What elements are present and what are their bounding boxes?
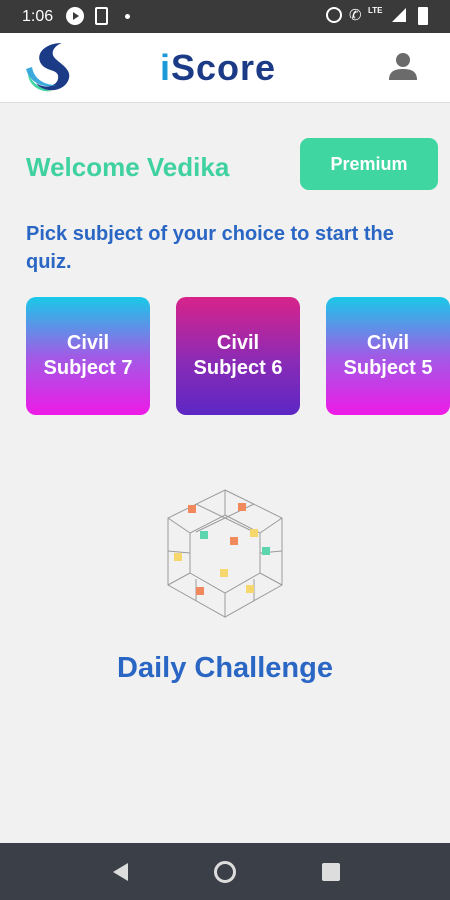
welcome-text: Welcome Vedika <box>26 152 230 182</box>
alarm-icon <box>326 7 342 23</box>
subject-card-label: Civil Subject 7 <box>43 332 133 379</box>
subject-card-5[interactable]: Civil Subject 5 <box>326 297 450 415</box>
app-title-prefix: i <box>160 47 172 88</box>
back-icon[interactable] <box>105 857 135 887</box>
signal-icon <box>392 8 406 22</box>
battery-icon <box>418 7 428 25</box>
iscore-logo-icon <box>26 43 70 92</box>
app-title: iScore <box>160 47 276 89</box>
app-header: iScore <box>0 33 450 103</box>
system-nav-bar <box>0 843 450 900</box>
subject-card-6[interactable]: Civil Subject 6 <box>176 297 300 415</box>
network-label: LTE <box>368 6 383 15</box>
person-icon[interactable] <box>388 51 418 81</box>
status-bar: 1:06 ✆ LTE <box>0 0 450 33</box>
instruction-text: Pick subject of your choice to start the… <box>26 223 394 273</box>
daily-challenge-label[interactable]: Daily Challenge <box>0 650 450 686</box>
recent-apps-icon[interactable] <box>316 857 346 887</box>
cube-grid-icon[interactable] <box>160 485 290 625</box>
play-icon <box>66 7 84 25</box>
subject-card-label: Civil Subject 6 <box>193 332 283 379</box>
subject-card-label: Civil Subject 5 <box>343 332 433 379</box>
status-time: 1:06 <box>22 8 54 25</box>
phone-icon <box>95 7 108 25</box>
dot-icon <box>125 14 130 19</box>
home-icon[interactable] <box>210 857 240 887</box>
call-icon: ✆ <box>349 7 362 24</box>
subject-card-7[interactable]: Civil Subject 7 <box>26 297 150 415</box>
app-title-rest: Score <box>171 47 277 88</box>
premium-button[interactable]: Premium <box>300 138 438 190</box>
